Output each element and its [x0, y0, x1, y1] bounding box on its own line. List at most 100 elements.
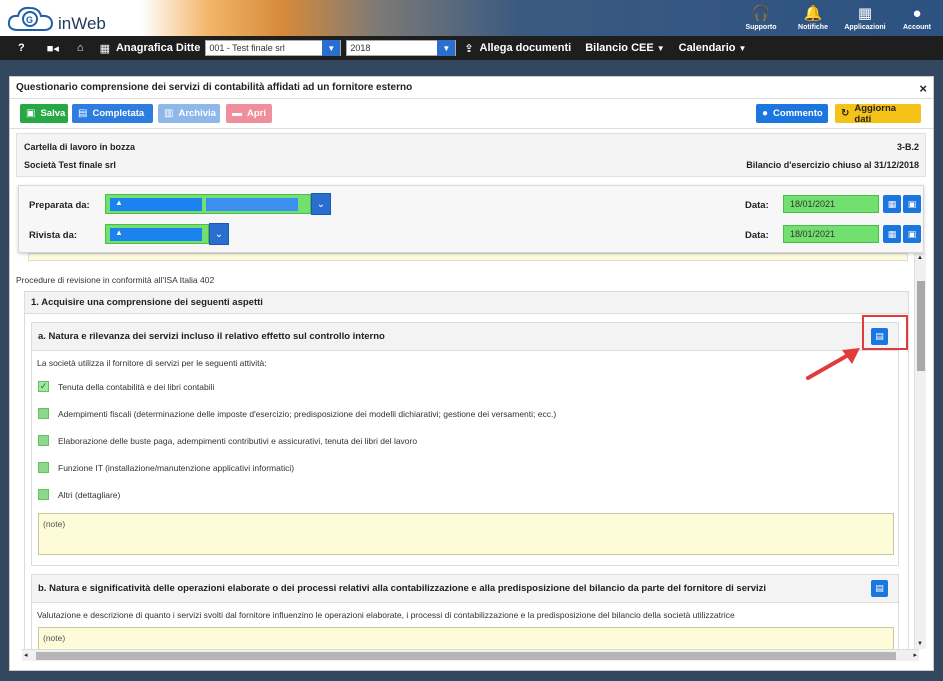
- checkbox-checked[interactable]: ✓: [38, 381, 49, 392]
- commento-button[interactable]: ● Commento: [756, 104, 828, 123]
- preparata-label: Preparata da:: [29, 200, 90, 211]
- scroll-down-icon[interactable]: ▼: [917, 641, 923, 647]
- subsection-b-desc: Valutazione e descrizione di quanto i se…: [37, 610, 735, 620]
- archive-icon: ▥: [164, 108, 174, 119]
- preparata-user-field[interactable]: ▲: [105, 194, 311, 214]
- action-toolbar: ▣ Salva ▤ Completata ▥ Archivia ▬ Apri ● Comm…: [10, 99, 933, 129]
- section-1-title: 1. Acquisire una comprensione dei seguen…: [25, 292, 908, 314]
- checkbox[interactable]: [38, 462, 49, 473]
- procedure-text: Procedure di revisione in conformità all…: [16, 275, 215, 285]
- horizontal-scroll-thumb[interactable]: [36, 652, 896, 660]
- support-button[interactable]: 🎧 Supporto: [735, 0, 787, 36]
- section-1: 1. Acquisire una comprensione dei seguen…: [24, 291, 909, 649]
- scroll-up-icon[interactable]: ▲: [917, 255, 923, 261]
- main-navbar: ? ■◂ ⌂ ▦ Anagrafica Ditte 001 - Test fin…: [0, 36, 943, 60]
- option-adempimenti-fiscali[interactable]: Adempimenti fiscali (determinazione dell…: [38, 408, 556, 419]
- company-select[interactable]: 001 - Test finale srl ▼: [205, 40, 342, 56]
- scroll-left-icon[interactable]: ◂: [24, 651, 28, 659]
- note-field-a[interactable]: (note): [38, 513, 894, 555]
- chevron-down-icon: ▼: [656, 43, 665, 53]
- svg-text:G: G: [26, 15, 33, 25]
- subsection-a-desc: La società utilizza il fornitore di serv…: [37, 358, 267, 368]
- rivista-date-field[interactable]: 18/01/2021: [783, 225, 879, 243]
- checkbox[interactable]: [38, 435, 49, 446]
- user-icon: ▲: [115, 228, 123, 237]
- video-icon[interactable]: ■◂: [47, 42, 59, 55]
- applications-button[interactable]: ▦ Applicazioni: [839, 0, 891, 36]
- chevron-down-icon: ▼: [322, 40, 341, 56]
- horizontal-scrollbar[interactable]: ◂ ▸: [22, 649, 919, 661]
- modal-title: Questionario comprensione dei servizi di…: [16, 82, 413, 93]
- chevron-down-icon[interactable]: ⌄: [209, 223, 229, 245]
- account-button[interactable]: ● Account: [891, 0, 943, 36]
- rivista-label: Rivista da:: [29, 230, 78, 241]
- calendar-icon[interactable]: ▦: [883, 225, 901, 243]
- top-banner: G inWeb 🎧 Supporto 🔔 Notifiche ▦ Applica…: [0, 0, 943, 36]
- vertical-scrollbar[interactable]: ▲ ▼: [914, 253, 926, 649]
- allega-documenti-link[interactable]: ⇪ Allega documenti: [464, 42, 571, 55]
- option-buste-paga[interactable]: Elaborazione delle buste paga, adempimen…: [38, 435, 417, 446]
- calendar-today-icon[interactable]: ▣: [903, 225, 921, 243]
- data-label: Data:: [745, 200, 769, 211]
- document-icon[interactable]: ▤: [871, 580, 888, 597]
- subsection-b-title: b. Natura e significatività delle operaz…: [32, 575, 898, 603]
- comment-icon: ●: [762, 108, 769, 119]
- option-tenuta-contabilita[interactable]: ✓ Tenuta della contabilità e dei libri c…: [38, 381, 214, 392]
- calendar-today-icon[interactable]: ▣: [903, 195, 921, 213]
- aggiorna-dati-button[interactable]: ↻ Aggiorna dati: [835, 103, 921, 125]
- chevron-down-icon[interactable]: ⌄: [311, 193, 331, 215]
- preparata-date-field[interactable]: 18/01/2021: [783, 195, 879, 213]
- note-field-b[interactable]: (note): [38, 627, 894, 649]
- upload-icon: ⇪: [464, 42, 474, 55]
- close-icon[interactable]: ×: [919, 81, 927, 96]
- checkbox[interactable]: [38, 408, 49, 419]
- building-icon: ▦: [99, 42, 110, 55]
- calendar-icon[interactable]: ▦: [883, 195, 901, 213]
- top-icons: 🎧 Supporto 🔔 Notifiche ▦ Applicazioni ● …: [735, 0, 943, 36]
- period-text: Bilancio d'esercizio chiuso al 31/12/201…: [746, 160, 919, 170]
- help-button[interactable]: ?: [18, 42, 25, 54]
- annotation-arrow-icon: [806, 348, 860, 380]
- clipboard-icon: ▤: [78, 108, 88, 119]
- grid-icon: ▦: [857, 5, 873, 22]
- questionnaire-modal: Questionario comprensione dei servizi di…: [9, 76, 934, 671]
- option-funzione-it[interactable]: Funzione IT (installazione/manutenzione …: [38, 462, 294, 473]
- apri-button[interactable]: ▬ Apri: [226, 104, 272, 123]
- user-chip: ▲: [110, 228, 202, 241]
- notifications-button[interactable]: 🔔 Notifiche: [787, 0, 839, 36]
- completata-button[interactable]: ▤ Completata: [72, 104, 153, 123]
- chevron-down-icon: ▼: [437, 40, 456, 56]
- salva-button[interactable]: ▣ Salva: [20, 104, 68, 123]
- anagrafica-menu[interactable]: ▦ Anagrafica Ditte: [100, 42, 201, 55]
- user-icon: ▲: [115, 198, 123, 207]
- modal-header: Questionario comprensione dei servizi di…: [10, 77, 933, 99]
- refresh-icon: ↻: [841, 108, 850, 119]
- subsection-b: b. Natura e significatività delle operaz…: [31, 574, 899, 649]
- home-icon[interactable]: ⌂: [77, 42, 84, 54]
- bell-icon: 🔔: [803, 5, 823, 22]
- folder-icon: ▬: [232, 108, 242, 119]
- archivia-button[interactable]: ▥ Archivia: [158, 104, 220, 123]
- chevron-down-icon: ▼: [738, 43, 747, 53]
- user-chip-2: [206, 198, 298, 211]
- calendario-menu[interactable]: Calendario ▼: [679, 42, 747, 54]
- subsection-a-title: a. Natura e rilevanza dei servizi inclus…: [32, 323, 898, 351]
- document-info: Cartella di lavoro in bozza 3-B.2 Societ…: [16, 133, 926, 177]
- company-name: Società Test finale srl: [24, 160, 116, 170]
- questionnaire-content[interactable]: Procedure di revisione in conformità all…: [16, 253, 913, 649]
- year-select[interactable]: 2018 ▼: [346, 40, 457, 56]
- headset-icon: 🎧: [751, 5, 771, 22]
- user-icon: ●: [912, 5, 922, 22]
- status-text: Cartella di lavoro in bozza: [24, 142, 136, 152]
- bilancio-cee-menu[interactable]: Bilancio CEE ▼: [585, 42, 664, 54]
- subsection-a: a. Natura e rilevanza dei servizi inclus…: [31, 322, 899, 566]
- app-name: inWeb: [58, 14, 106, 33]
- user-chip: ▲: [110, 198, 202, 211]
- scroll-right-icon[interactable]: ▸: [913, 651, 917, 659]
- data-label: Data:: [745, 230, 769, 241]
- vertical-scroll-thumb[interactable]: [917, 281, 925, 371]
- option-altri[interactable]: Altri (dettagliare): [38, 489, 120, 500]
- save-icon: ▣: [26, 108, 36, 119]
- rivista-user-field[interactable]: ▲: [105, 224, 209, 244]
- checkbox[interactable]: [38, 489, 49, 500]
